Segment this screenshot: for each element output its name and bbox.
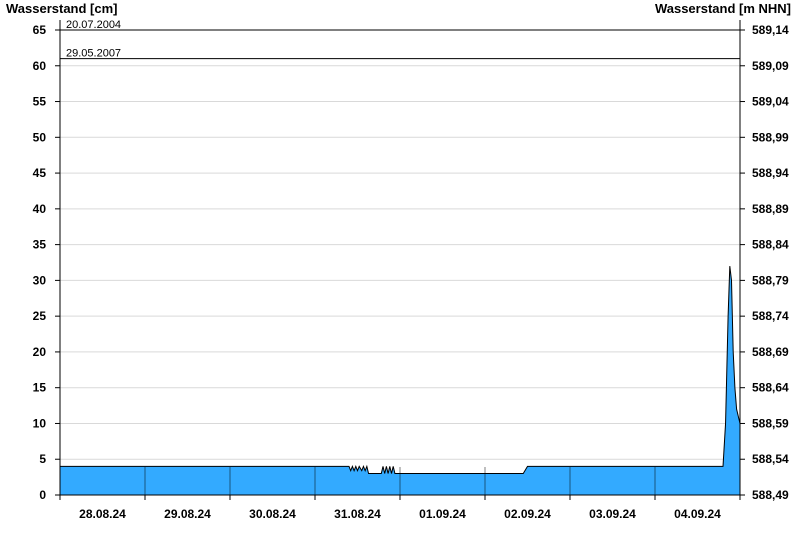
- left-tick-label: 25: [33, 309, 47, 323]
- right-tick-labels: 588,49 588,54 588,59 588,64 588,69 588,74 588,…: [740, 23, 789, 502]
- right-tick-label: 588,69: [752, 345, 789, 359]
- water-level-chart: Wasserstand [cm] Wasserstand [m NHN] 20.…: [6, 1, 791, 521]
- x-tick-labels: 28.08.24 29.08.24 30.08.24 31.08.24 01.09.24…: [59, 495, 741, 521]
- x-tick-label: 02.09.24: [504, 507, 551, 521]
- x-tick-label: 03.09.24: [589, 507, 636, 521]
- left-tick-label: 20: [33, 345, 47, 359]
- right-tick-label: 589,14: [752, 23, 789, 37]
- right-tick-label: 588,74: [752, 309, 789, 323]
- right-tick-label: 589,04: [752, 95, 789, 109]
- series-fill: [60, 266, 740, 495]
- right-tick-label: 588,79: [752, 273, 789, 287]
- left-tick-label: 50: [33, 130, 47, 144]
- left-tick-label: 10: [33, 416, 47, 430]
- right-tick-label: 588,99: [752, 130, 789, 144]
- series-area: [60, 266, 741, 495]
- reference-line-label: 20.07.2004: [66, 19, 121, 31]
- series-line: [60, 266, 741, 475]
- left-tick-label: 5: [39, 452, 46, 466]
- left-tick-label: 30: [33, 273, 47, 287]
- reference-lines: 20.07.2004 29.05.2007: [60, 19, 740, 60]
- left-tick-label: 55: [33, 95, 47, 109]
- x-tick-label: 30.08.24: [249, 507, 296, 521]
- right-tick-label: 588,54: [752, 452, 789, 466]
- left-tick-label: 35: [33, 238, 47, 252]
- grid-lines: [60, 65, 740, 460]
- x-tick-label: 28.08.24: [79, 507, 126, 521]
- left-tick-label: 65: [33, 23, 47, 37]
- right-tick-label: 588,94: [752, 166, 789, 180]
- reference-line-label: 29.05.2007: [66, 48, 121, 60]
- right-tick-label: 588,59: [752, 416, 789, 430]
- left-axis-title: Wasserstand [cm]: [6, 1, 118, 16]
- right-tick-label: 588,84: [752, 238, 789, 252]
- left-tick-label: 15: [33, 381, 47, 395]
- x-tick-label: 01.09.24: [419, 507, 466, 521]
- x-tick-label: 04.09.24: [674, 507, 721, 521]
- left-tick-label: 45: [33, 166, 47, 180]
- right-axis-title: Wasserstand [m NHN]: [655, 1, 791, 16]
- right-tick-label: 588,49: [752, 488, 789, 502]
- left-tick-label: 60: [33, 59, 47, 73]
- right-tick-label: 589,09: [752, 59, 789, 73]
- left-tick-label: 0: [39, 488, 46, 502]
- x-tick-label: 31.08.24: [334, 507, 381, 521]
- left-tick-labels: 0 5 10 15 20 25 30 35 40 45 50 55 60 65: [33, 23, 60, 502]
- left-tick-label: 40: [33, 202, 47, 216]
- right-tick-label: 588,89: [752, 202, 789, 216]
- x-tick-label: 29.08.24: [164, 507, 211, 521]
- right-tick-label: 588,64: [752, 381, 789, 395]
